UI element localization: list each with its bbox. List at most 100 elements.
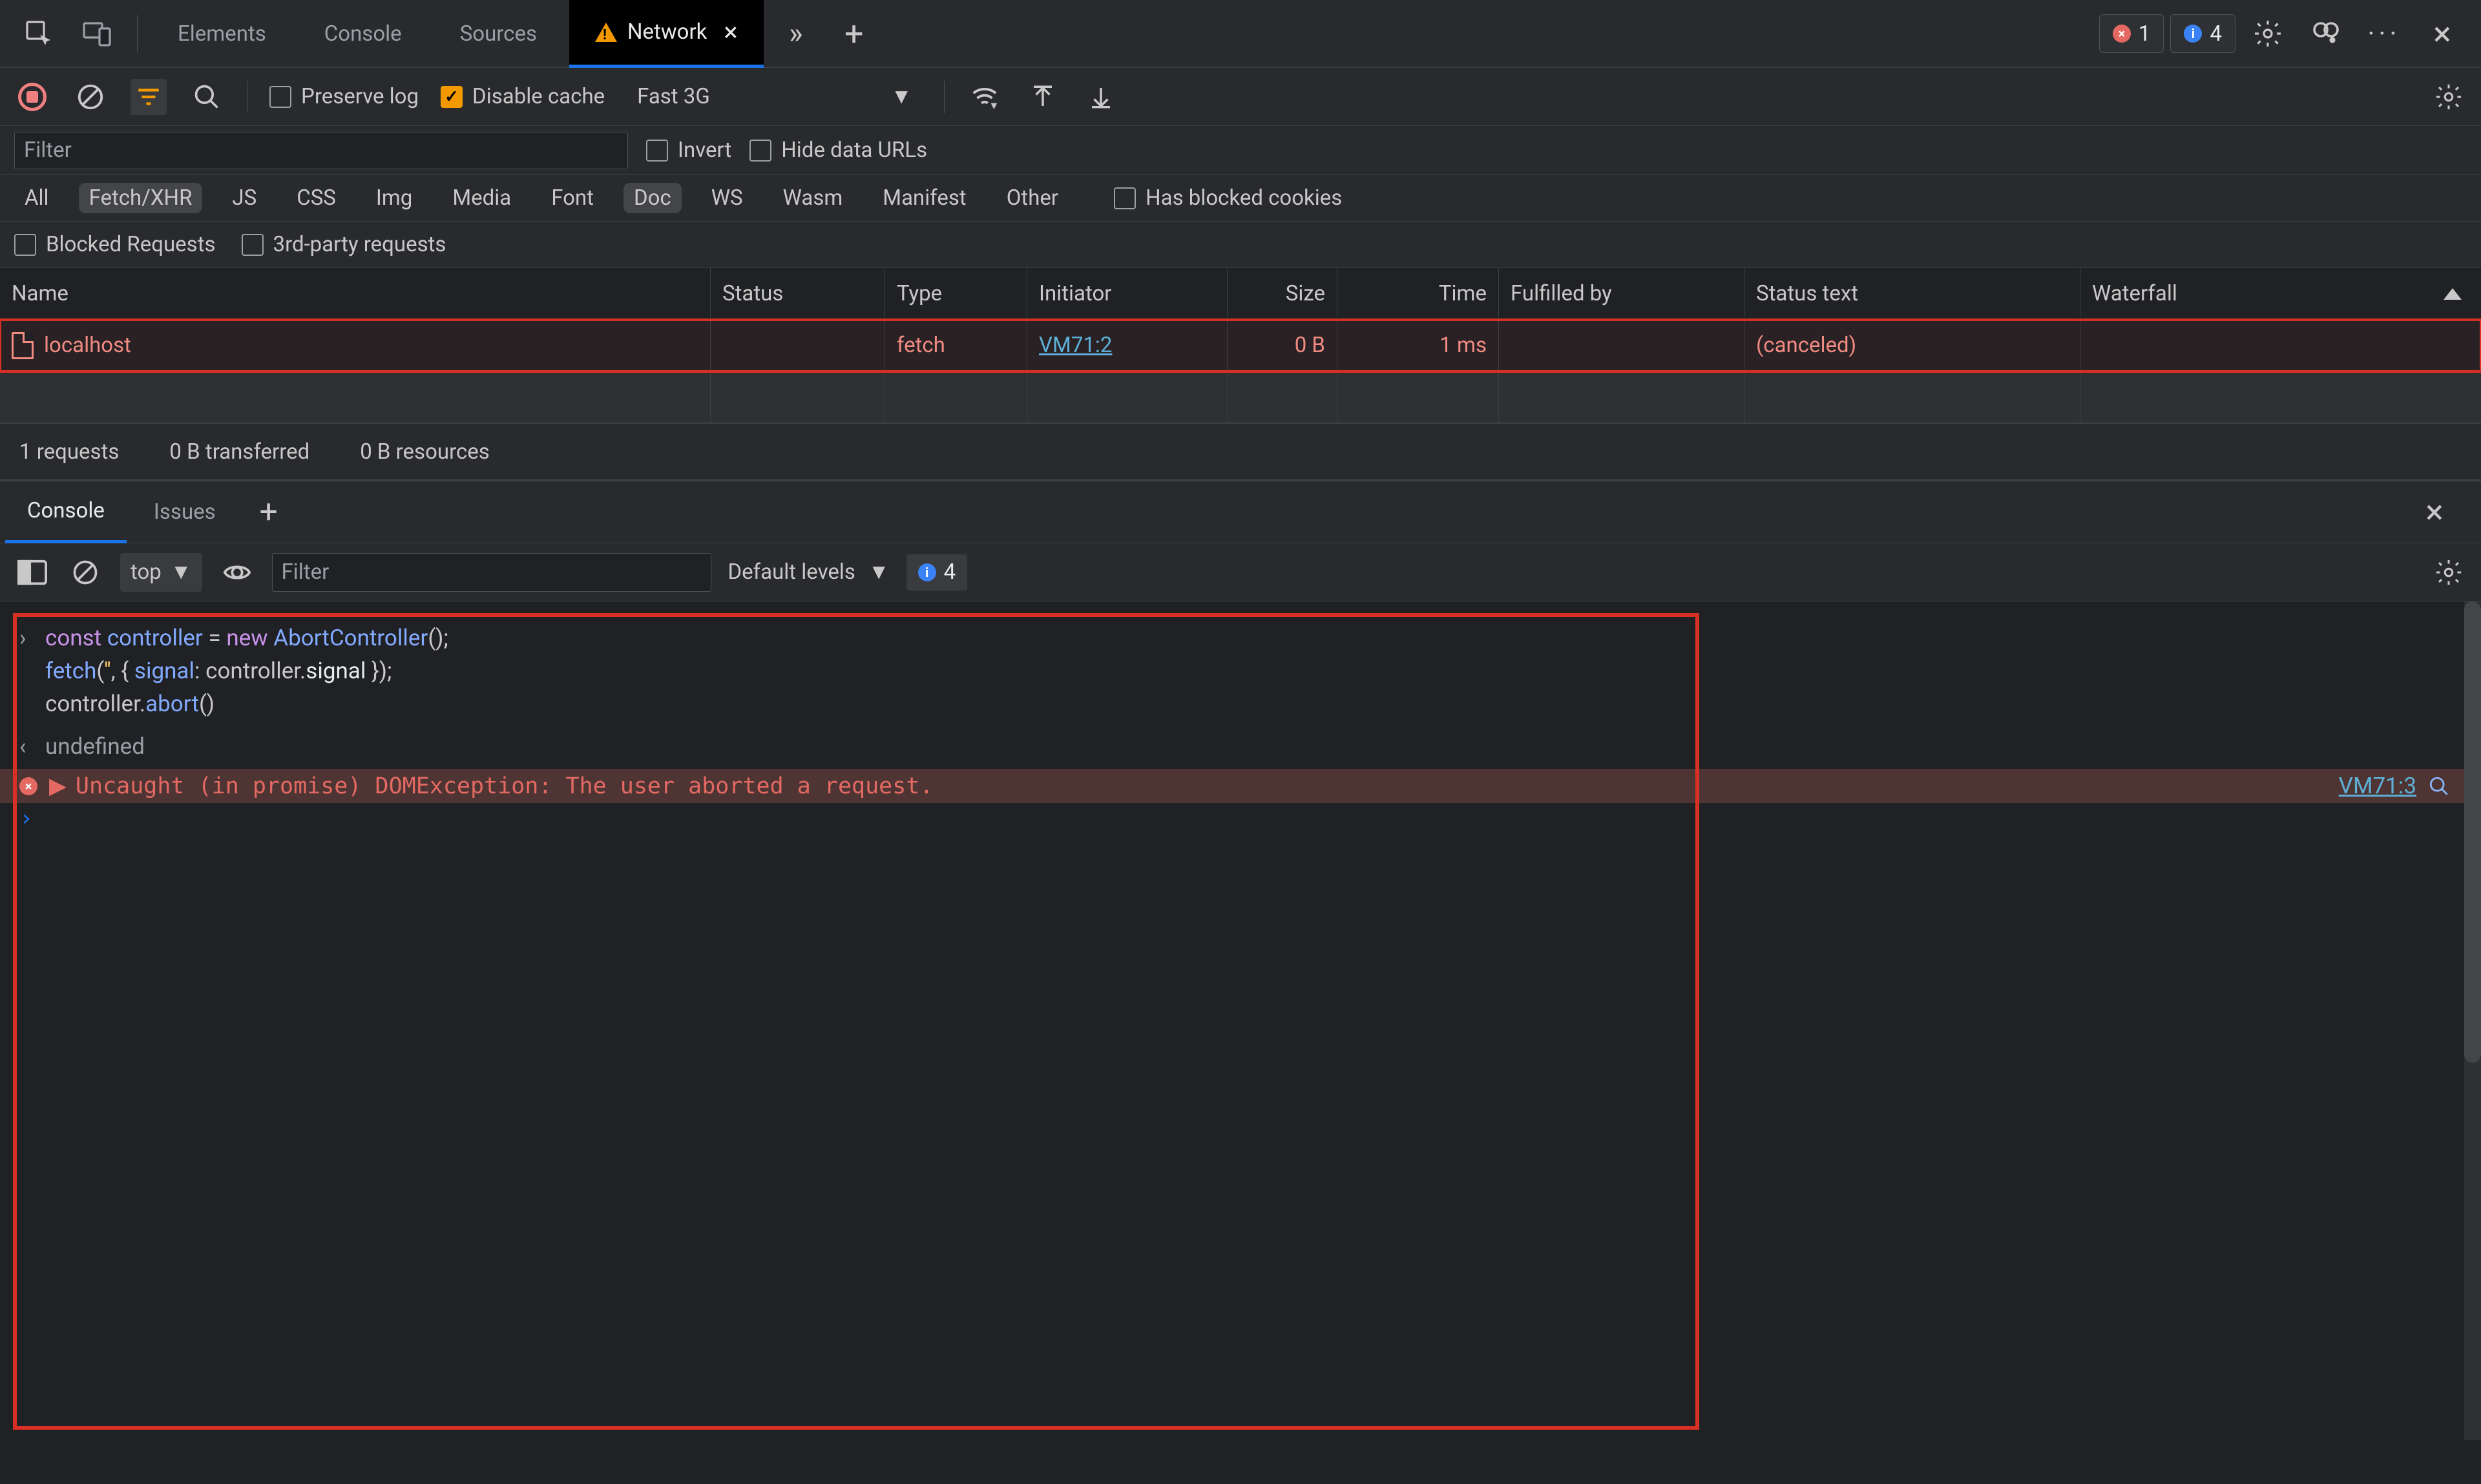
type-filter-media[interactable]: Media [442,183,521,213]
console-issue-count: 4 [944,559,956,585]
tab-network[interactable]: Network × [569,0,764,68]
type-filter-fetch-xhr[interactable]: Fetch/XHR [79,183,203,213]
type-filter-font[interactable]: Font [541,183,604,213]
network-summary: 1 requests 0 B transferred 0 B resources [0,423,2481,481]
type-filter-wasm[interactable]: Wasm [773,183,853,213]
checkbox-icon [646,140,668,162]
console-issue-pill[interactable]: i 4 [906,554,968,590]
type-filter-img[interactable]: Img [366,183,423,213]
network-conditions-icon[interactable] [967,79,1003,115]
checkbox-icon [1114,187,1136,209]
preserve-log-checkbox[interactable]: Preserve log [269,84,419,109]
type-filter-css[interactable]: CSS [286,183,346,213]
log-levels-select[interactable]: Default levels ▼ [728,552,890,592]
network-settings-icon[interactable] [2431,79,2467,115]
reveal-icon[interactable] [2428,775,2450,797]
console-sidebar-toggle-icon[interactable] [14,554,50,590]
filter-input[interactable] [14,132,628,169]
hide-data-urls-label: Hide data URLs [781,138,927,163]
issues-shortcut-icon[interactable] [2300,8,2352,59]
third-party-checkbox[interactable]: 3rd-party requests [242,232,446,257]
table-row-empty [0,371,2481,423]
has-blocked-cookies-label: Has blocked cookies [1146,185,1342,211]
error-source-link[interactable]: VM71:3 [2339,773,2416,799]
settings-icon[interactable] [2242,8,2294,59]
console-context-select[interactable]: top ▼ [120,553,202,592]
tab-console[interactable]: Console [298,0,428,68]
console-filter-input[interactable] [272,553,711,592]
type-filter-js[interactable]: JS [222,183,267,213]
highlight-box [13,613,1699,1430]
cell-status [711,320,885,371]
cell-status-text: (canceled) [1744,320,2080,371]
more-tabs-icon[interactable]: » [770,8,822,59]
close-devtools-icon[interactable]: × [2416,8,2468,59]
close-drawer-icon[interactable]: × [2409,486,2460,538]
filter-row: Invert Hide data URLs [0,126,2481,175]
drawer-tab-console[interactable]: Console [5,481,127,543]
has-blocked-cookies-checkbox[interactable]: Has blocked cookies [1114,185,1342,211]
chevron-down-icon: ▼ [171,559,192,585]
col-fulfilled-by[interactable]: Fulfilled by [1499,268,1744,319]
cell-fulfilled-by [1499,320,1744,371]
console-clear-icon[interactable] [67,554,103,590]
cell-initiator[interactable]: VM71:2 [1027,320,1228,371]
console-settings-icon[interactable] [2431,554,2467,590]
issue-count: 4 [2210,21,2222,47]
chevron-down-icon: ▼ [891,84,912,109]
console-output: › const controller = new AbortController… [0,601,2481,1440]
search-button[interactable] [189,79,225,115]
throttling-select[interactable]: Fast 3G ▼ [627,77,922,117]
import-har-icon[interactable] [1025,79,1061,115]
blocked-requests-checkbox[interactable]: Blocked Requests [14,232,216,257]
drawer: Console Issues + × top ▼ Default levels … [0,481,2481,1440]
type-filter-doc[interactable]: Doc [623,183,682,213]
disable-cache-checkbox[interactable]: Disable cache [441,84,605,109]
cell-type: fetch [885,320,1027,371]
console-toolbar: top ▼ Default levels ▼ i 4 [0,543,2481,601]
record-button[interactable] [14,79,50,115]
clear-button[interactable] [72,79,109,115]
file-icon [12,332,34,359]
col-waterfall[interactable]: Waterfall [2080,268,2481,319]
inspect-element-icon[interactable] [13,8,65,59]
checkbox-icon [14,234,36,256]
export-har-icon[interactable] [1083,79,1119,115]
col-time[interactable]: Time [1337,268,1499,319]
kebab-menu-icon[interactable]: ··· [2358,8,2410,59]
preserve-log-label: Preserve log [301,84,419,109]
type-filter-other[interactable]: Other [996,183,1069,213]
table-row[interactable]: localhost fetch VM71:2 0 B 1 ms (cancele… [0,320,2481,371]
devtools-tabstrip: Elements Console Sources Network × » + ×… [0,0,2481,68]
col-initiator[interactable]: Initiator [1027,268,1228,319]
divider [137,15,138,52]
invert-checkbox[interactable]: Invert [646,138,731,163]
col-size[interactable]: Size [1228,268,1337,319]
filter-toggle-button[interactable] [131,79,167,115]
col-status-text[interactable]: Status text [1744,268,2080,319]
type-filter-all[interactable]: All [14,183,59,213]
scrollbar[interactable] [2464,601,2481,1440]
tab-elements[interactable]: Elements [152,0,292,68]
drawer-tabstrip: Console Issues + × [0,481,2481,543]
add-tab-icon[interactable]: + [828,8,880,59]
tab-sources[interactable]: Sources [434,0,563,68]
summary-resources: 0 B resources [360,439,490,465]
device-toggle-icon[interactable] [71,8,123,59]
issue-count-pill[interactable]: i 4 [2170,14,2235,53]
col-status[interactable]: Status [711,268,885,319]
type-filter-manifest[interactable]: Manifest [872,183,976,213]
checkbox-icon [242,234,264,256]
checkbox-icon [269,86,291,108]
log-levels-label: Default levels [728,559,855,585]
col-name[interactable]: Name [0,268,711,319]
hide-data-urls-checkbox[interactable]: Hide data URLs [749,138,927,163]
close-icon[interactable]: × [724,17,737,47]
error-count-pill[interactable]: × 1 [2099,14,2164,53]
live-expression-icon[interactable] [219,554,255,590]
drawer-tab-issues[interactable]: Issues [132,481,238,543]
disable-cache-label: Disable cache [472,84,605,109]
add-drawer-tab-icon[interactable]: + [243,486,295,538]
col-type[interactable]: Type [885,268,1027,319]
type-filter-ws[interactable]: WS [701,183,753,213]
